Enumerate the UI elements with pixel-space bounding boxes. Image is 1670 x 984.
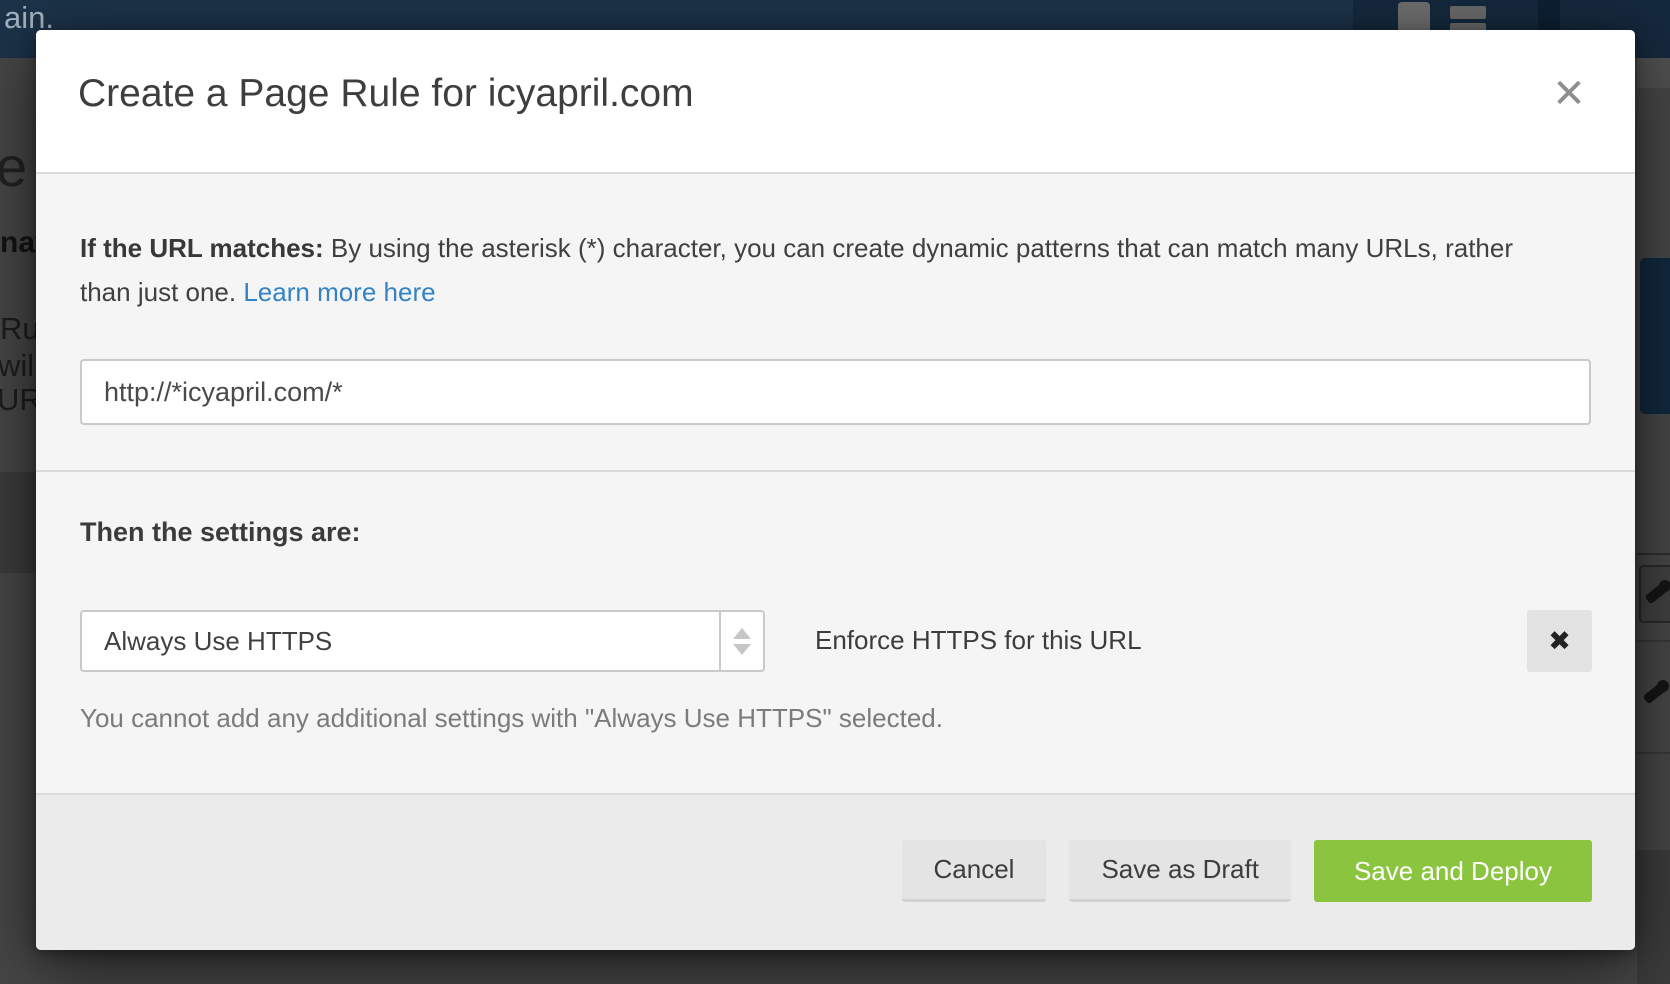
background-icon-fragment <box>1538 0 1560 30</box>
wrench-icon <box>1642 678 1670 706</box>
remove-setting-button[interactable]: ✖ <box>1527 610 1592 672</box>
create-page-rule-modal: Create a Page Rule for icyapril.com ✕ If… <box>36 30 1635 950</box>
divider <box>1637 752 1670 754</box>
setting-description: Enforce HTTPS for this URL <box>815 625 1142 656</box>
save-and-deploy-button[interactable]: Save and Deploy <box>1314 840 1592 902</box>
remove-icon: ✖ <box>1548 626 1571 657</box>
setting-note: You cannot add any additional settings w… <box>80 703 943 734</box>
modal-footer: Cancel Save as Draft Save and Deploy <box>36 793 1635 950</box>
page-root: ain. e nav Ru will UR Create a Page Rule… <box>0 0 1670 984</box>
modal-title: Create a Page Rule for icyapril.com <box>78 72 694 116</box>
url-match-label: If the URL matches: <box>80 233 324 263</box>
select-arrows-icon <box>719 612 763 670</box>
modal-header: Create a Page Rule for icyapril.com ✕ <box>36 30 1635 174</box>
background-blue-button-fragment <box>1640 258 1670 414</box>
section-divider <box>36 470 1635 472</box>
divider <box>1637 553 1670 555</box>
wrench-icon <box>1644 578 1670 606</box>
background-table-header-fragment <box>0 472 40 573</box>
background-footer-fragment <box>1637 850 1670 984</box>
learn-more-link[interactable]: Learn more here <box>243 277 435 307</box>
chevron-up-icon <box>733 628 751 639</box>
url-pattern-input[interactable] <box>80 359 1591 425</box>
background-text-fragment: will <box>0 348 41 384</box>
background-text-fragment: Ru <box>0 311 40 347</box>
footer-buttons: Cancel Save as Draft Save and Deploy <box>902 840 1592 902</box>
background-row-fragment <box>1637 58 1670 88</box>
close-icon[interactable]: ✕ <box>1539 64 1599 124</box>
settings-heading: Then the settings are: <box>80 517 361 548</box>
setting-select[interactable]: Always Use HTTPS <box>80 610 765 672</box>
background-text-fragment: e <box>0 134 27 199</box>
chevron-down-icon <box>733 644 751 655</box>
cancel-button[interactable]: Cancel <box>902 840 1047 902</box>
setting-select-value: Always Use HTTPS <box>82 612 719 670</box>
save-as-draft-button[interactable]: Save as Draft <box>1069 840 1291 902</box>
list-view-icon <box>1450 6 1486 19</box>
url-match-description: If the URL matches: By using the asteris… <box>80 226 1520 314</box>
divider <box>1637 640 1670 642</box>
